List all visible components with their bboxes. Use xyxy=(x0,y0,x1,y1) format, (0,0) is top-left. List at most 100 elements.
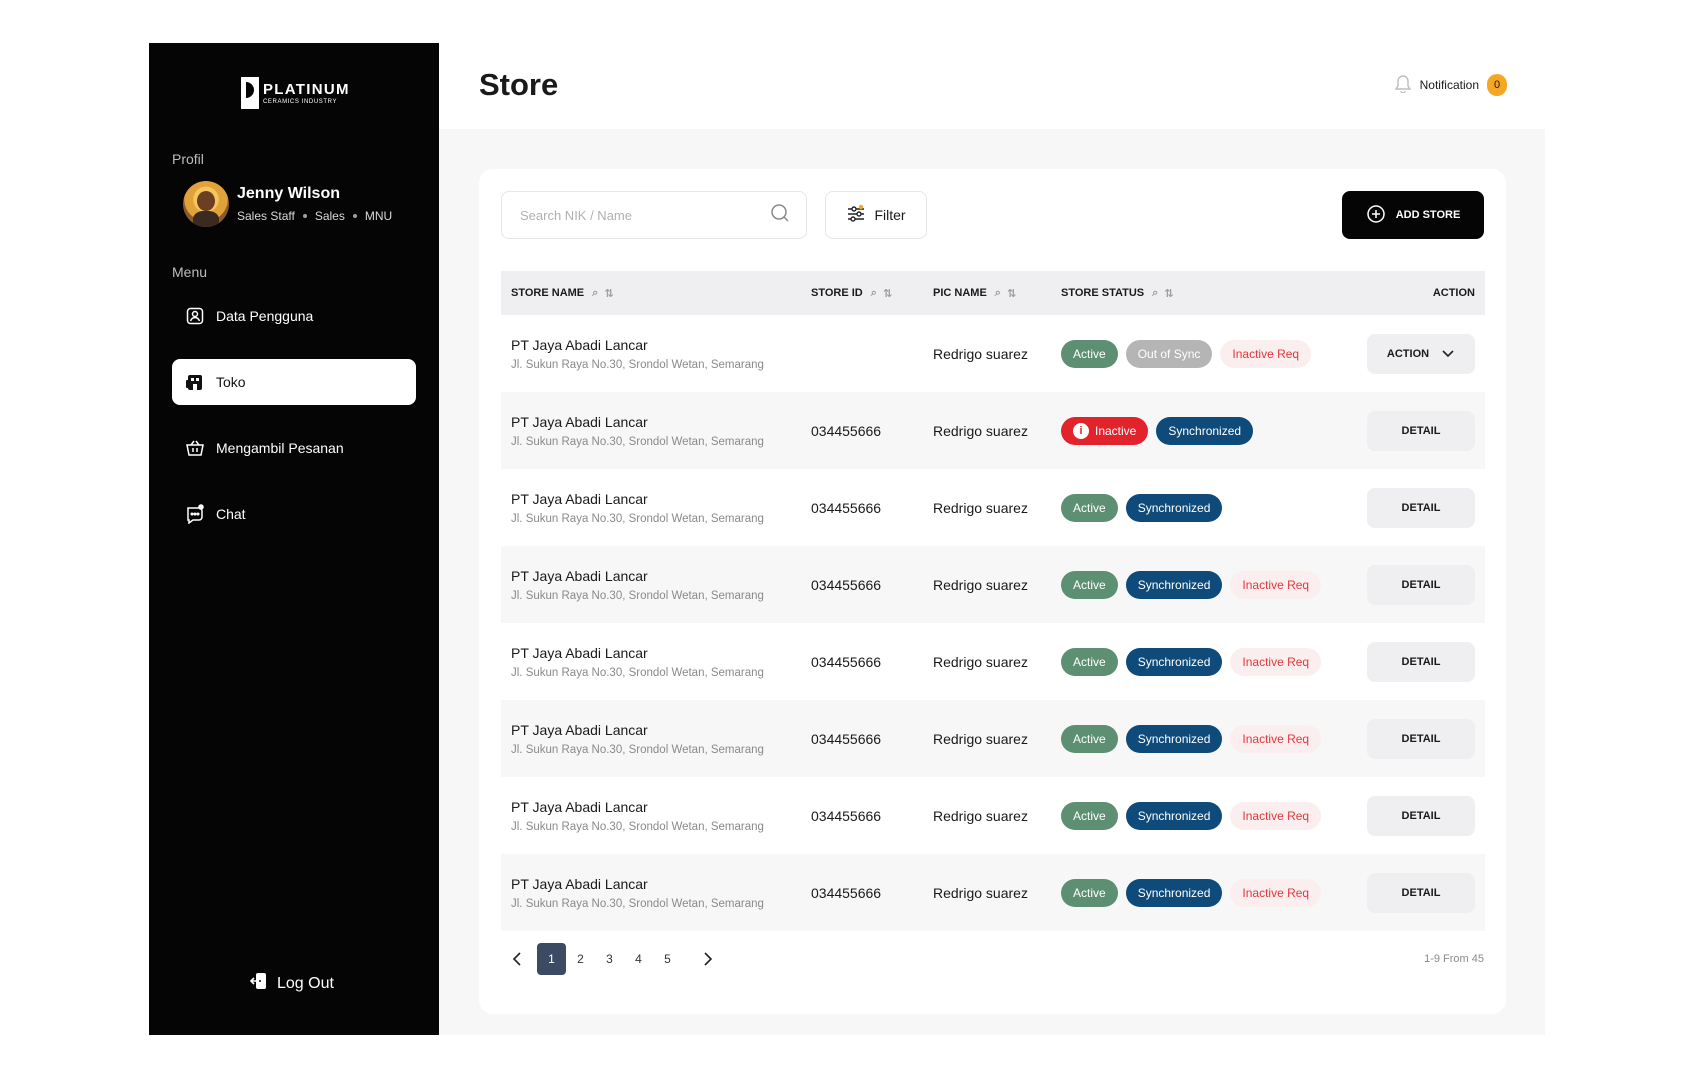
store-address: Jl. Sukun Raya No.30, Srondol Wetan, Sem… xyxy=(511,358,764,371)
pic-name: Redrigo suarez xyxy=(933,884,1028,901)
brand-logo: PLATINUM CERAMICS INDUSTRY xyxy=(241,77,350,109)
sidebar-item-chat[interactable]: Chat xyxy=(172,491,416,537)
search-input[interactable] xyxy=(520,207,740,223)
detail-button[interactable]: DETAIL xyxy=(1367,487,1475,528)
store-address: Jl. Sukun Raya No.30, Srondol Wetan, Sem… xyxy=(511,897,764,910)
action-cell: DETAIL xyxy=(1357,487,1485,528)
sort-icon[interactable]: ⇅ xyxy=(1164,287,1173,300)
store-id: 034455666 xyxy=(811,499,882,516)
user-name: Jenny Wilson xyxy=(237,185,340,202)
table-row: PT Jaya Abadi Lancar Jl. Sukun Raya No.3… xyxy=(501,854,1485,931)
status-badge: Inactive Req xyxy=(1230,878,1322,907)
detail-button[interactable]: DETAIL xyxy=(1367,410,1475,451)
separator-dot xyxy=(302,214,307,218)
page-number-2[interactable]: 2 xyxy=(566,943,595,975)
pic-name: Redrigo suarez xyxy=(933,653,1028,670)
column-search-icon[interactable]: ⌕ xyxy=(592,287,598,300)
action-dropdown-button[interactable]: ACTION xyxy=(1367,333,1475,374)
store-id: 034455666 xyxy=(811,422,882,439)
table-row: PT Jaya Abadi Lancar Jl. Sukun Raya No.3… xyxy=(501,469,1485,546)
store-status-cell: Active Synchronized Inactive Req xyxy=(1061,570,1357,599)
logout-label: Log Out xyxy=(277,974,334,992)
page-header: Store Notification 0 xyxy=(439,43,1545,129)
user-branch: MNU xyxy=(364,209,393,223)
page-number-3[interactable]: 3 xyxy=(595,943,624,975)
detail-button[interactable]: DETAIL xyxy=(1367,872,1475,913)
store-address: Jl. Sukun Raya No.30, Srondol Wetan, Sem… xyxy=(511,512,764,525)
page-list: 12345 xyxy=(537,943,682,975)
bell-icon xyxy=(1394,73,1412,96)
pic-name: Redrigo suarez xyxy=(933,576,1028,593)
search-box[interactable] xyxy=(501,191,807,239)
notification-label: Notification xyxy=(1419,77,1479,92)
column-search-icon[interactable]: ⌕ xyxy=(995,287,1001,300)
column-search-icon[interactable]: ⌕ xyxy=(871,287,877,300)
store-name: PT Jaya Abadi Lancar xyxy=(511,798,648,815)
pic-name: Redrigo suarez xyxy=(933,345,1028,362)
store-name: PT Jaya Abadi Lancar xyxy=(511,567,648,584)
column-store-status: STORE STATUS ⌕ ⇅ xyxy=(1061,286,1174,300)
sort-icon[interactable]: ⇅ xyxy=(883,287,892,300)
notification-button[interactable]: Notification 0 xyxy=(1394,73,1507,96)
store-name-cell: PT Jaya Abadi Lancar Jl. Sukun Raya No.3… xyxy=(501,799,811,833)
status-badge: Synchronized xyxy=(1125,724,1223,753)
action-cell: DETAIL xyxy=(1357,718,1485,759)
user-division: Sales xyxy=(314,209,345,223)
page-number-4[interactable]: 4 xyxy=(624,943,653,975)
column-action: ACTION xyxy=(1432,287,1475,299)
prev-page-button[interactable] xyxy=(501,943,533,975)
separator-dot xyxy=(352,214,357,218)
filter-label: Filter xyxy=(874,207,906,223)
status-badge: Active xyxy=(1061,339,1118,368)
detail-button[interactable]: DETAIL xyxy=(1367,795,1475,836)
sidebar-item-toko[interactable]: Toko xyxy=(172,359,416,405)
sort-icon[interactable]: ⇅ xyxy=(604,287,613,300)
status-badge: Synchronized xyxy=(1125,493,1223,522)
chevron-right-icon xyxy=(704,952,713,966)
table-row: PT Jaya Abadi Lancar Jl. Sukun Raya No.3… xyxy=(501,315,1485,392)
store-id: 034455666 xyxy=(811,653,882,670)
sidebar-item-data-pengguna[interactable]: Data Pengguna xyxy=(172,293,416,339)
store-card: Filter ADD STORE STORE NAME ⌕⇅ STORE ID … xyxy=(479,169,1506,1014)
basket-icon xyxy=(184,437,206,459)
user-badge-icon xyxy=(184,305,206,327)
status-badge: Active xyxy=(1061,570,1118,599)
sort-icon[interactable]: ⇅ xyxy=(1007,287,1016,300)
table-body: PT Jaya Abadi Lancar Jl. Sukun Raya No.3… xyxy=(501,315,1485,931)
search-icon[interactable] xyxy=(770,203,790,228)
status-badge: Active xyxy=(1061,878,1118,907)
store-status-cell: Active Synchronized Inactive Req xyxy=(1061,878,1357,907)
add-store-button[interactable]: ADD STORE xyxy=(1342,191,1484,239)
brand-subtitle: CERAMICS INDUSTRY xyxy=(263,98,338,105)
action-cell: DETAIL xyxy=(1357,872,1485,913)
filter-icon xyxy=(846,204,866,227)
detail-button[interactable]: DETAIL xyxy=(1367,718,1475,759)
page-number-1[interactable]: 1 xyxy=(537,943,566,975)
column-search-icon[interactable]: ⌕ xyxy=(1152,287,1158,300)
page-number-5[interactable]: 5 xyxy=(653,943,682,975)
table-row: PT Jaya Abadi Lancar Jl. Sukun Raya No.3… xyxy=(501,777,1485,854)
action-cell: DETAIL xyxy=(1357,410,1485,451)
sidebar-item-mengambil-pesanan[interactable]: Mengambil Pesanan xyxy=(172,425,416,471)
action-cell: ACTION xyxy=(1357,333,1485,374)
status-badge: Synchronized xyxy=(1125,570,1223,599)
brand-name: PLATINUM xyxy=(263,80,350,98)
status-badge: Inactive Req xyxy=(1230,801,1322,830)
detail-button[interactable]: DETAIL xyxy=(1367,641,1475,682)
pagination-range: 1-9 From 45 xyxy=(1424,953,1484,965)
detail-button[interactable]: DETAIL xyxy=(1367,564,1475,605)
store-icon xyxy=(184,371,206,393)
store-name: PT Jaya Abadi Lancar xyxy=(511,875,648,892)
action-cell: DETAIL xyxy=(1357,795,1485,836)
pic-name: Redrigo suarez xyxy=(933,730,1028,747)
pagination: 12345 xyxy=(501,943,724,975)
sidebar-item-label: Mengambil Pesanan xyxy=(216,440,344,456)
status-badge: Inactive Req xyxy=(1220,339,1312,368)
logo-mark-icon xyxy=(241,77,259,109)
filter-button[interactable]: Filter xyxy=(825,191,927,239)
store-address: Jl. Sukun Raya No.30, Srondol Wetan, Sem… xyxy=(511,743,764,756)
next-page-button[interactable] xyxy=(692,943,724,975)
sidebar-item-label: Chat xyxy=(216,506,246,522)
logout-button[interactable]: Log Out xyxy=(249,971,334,996)
user-profile[interactable]: Jenny Wilson Sales Staff Sales MNU xyxy=(183,181,392,227)
